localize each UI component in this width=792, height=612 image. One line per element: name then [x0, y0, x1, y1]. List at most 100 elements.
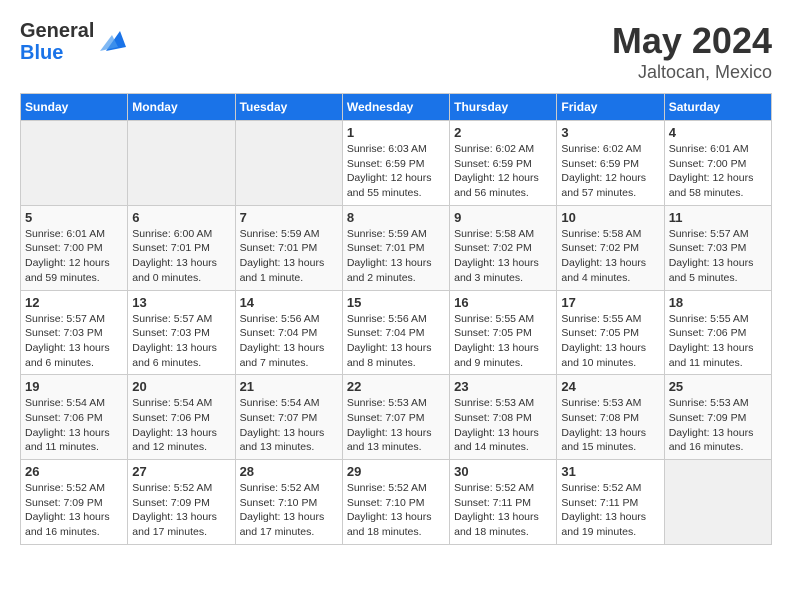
- day-cell: 13 Sunrise: 5:57 AMSunset: 7:03 PMDayligh…: [128, 290, 235, 375]
- day-cell: [664, 460, 771, 545]
- day-cell: 5 Sunrise: 6:01 AMSunset: 7:00 PMDaylight…: [21, 205, 128, 290]
- logo-blue: Blue: [20, 42, 94, 64]
- day-number: 17: [561, 295, 659, 310]
- week-row-2: 5 Sunrise: 6:01 AMSunset: 7:00 PMDaylight…: [21, 205, 772, 290]
- day-cell: 28 Sunrise: 5:52 AMSunset: 7:10 PMDayligh…: [235, 460, 342, 545]
- day-info: Sunrise: 5:52 AMSunset: 7:10 PMDaylight:…: [347, 481, 445, 540]
- day-cell: 25 Sunrise: 5:53 AMSunset: 7:09 PMDayligh…: [664, 375, 771, 460]
- day-number: 31: [561, 464, 659, 479]
- weekday-header-tuesday: Tuesday: [235, 94, 342, 121]
- day-cell: 31Sunrise: 5:52 AMSunset: 7:11 PMDayligh…: [557, 460, 664, 545]
- day-info: Sunrise: 5:55 AMSunset: 7:05 PMDaylight:…: [454, 312, 552, 371]
- day-info: Sunrise: 6:00 AMSunset: 7:01 PMDaylight:…: [132, 227, 230, 286]
- day-number: 22: [347, 379, 445, 394]
- day-number: 27: [132, 464, 230, 479]
- day-cell: 15 Sunrise: 5:56 AMSunset: 7:04 PMDayligh…: [342, 290, 449, 375]
- day-info: Sunrise: 5:59 AMSunset: 7:01 PMDaylight:…: [240, 227, 338, 286]
- day-number: 15: [347, 295, 445, 310]
- day-info: Sunrise: 5:54 AMSunset: 7:06 PMDaylight:…: [132, 396, 230, 455]
- day-info: Sunrise: 5:54 AMSunset: 7:06 PMDaylight:…: [25, 396, 123, 455]
- day-cell: 3 Sunrise: 6:02 AMSunset: 6:59 PMDaylight…: [557, 121, 664, 206]
- day-number: 7: [240, 210, 338, 225]
- day-info: Sunrise: 5:57 AMSunset: 7:03 PMDaylight:…: [132, 312, 230, 371]
- day-number: 9: [454, 210, 552, 225]
- day-cell: 9Sunrise: 5:58 AMSunset: 7:02 PMDaylight…: [450, 205, 557, 290]
- day-cell: 14 Sunrise: 5:56 AMSunset: 7:04 PMDayligh…: [235, 290, 342, 375]
- weekday-header-row: SundayMondayTuesdayWednesdayThursdayFrid…: [21, 94, 772, 121]
- day-info: Sunrise: 6:03 AMSunset: 6:59 PMDaylight:…: [347, 142, 445, 201]
- day-info: Sunrise: 5:52 AMSunset: 7:10 PMDaylight:…: [240, 481, 338, 540]
- day-info: Sunrise: 5:55 AMSunset: 7:05 PMDaylight:…: [561, 312, 659, 371]
- day-info: Sunrise: 5:54 AMSunset: 7:07 PMDaylight:…: [240, 396, 338, 455]
- day-cell: 6 Sunrise: 6:00 AMSunset: 7:01 PMDaylight…: [128, 205, 235, 290]
- day-cell: [235, 121, 342, 206]
- day-cell: 7 Sunrise: 5:59 AMSunset: 7:01 PMDaylight…: [235, 205, 342, 290]
- weekday-header-saturday: Saturday: [664, 94, 771, 121]
- day-number: 23: [454, 379, 552, 394]
- day-info: Sunrise: 5:53 AMSunset: 7:08 PMDaylight:…: [454, 396, 552, 455]
- month-title: May 2024: [612, 20, 772, 62]
- title-block: May 2024 Jaltocan, Mexico: [612, 20, 772, 83]
- day-cell: 17 Sunrise: 5:55 AMSunset: 7:05 PMDayligh…: [557, 290, 664, 375]
- logo-general: General: [20, 20, 94, 42]
- day-info: Sunrise: 5:59 AMSunset: 7:01 PMDaylight:…: [347, 227, 445, 286]
- day-cell: 2Sunrise: 6:02 AMSunset: 6:59 PMDaylight…: [450, 121, 557, 206]
- day-number: 20: [132, 379, 230, 394]
- day-cell: [21, 121, 128, 206]
- day-number: 19: [25, 379, 123, 394]
- day-number: 18: [669, 295, 767, 310]
- weekday-header-friday: Friday: [557, 94, 664, 121]
- day-cell: 16 Sunrise: 5:55 AMSunset: 7:05 PMDayligh…: [450, 290, 557, 375]
- day-info: Sunrise: 5:52 AMSunset: 7:11 PMDaylight:…: [454, 481, 552, 540]
- day-info: Sunrise: 5:58 AMSunset: 7:02 PMDaylight:…: [561, 227, 659, 286]
- weekday-header-monday: Monday: [128, 94, 235, 121]
- day-number: 4: [669, 125, 767, 140]
- day-cell: 22 Sunrise: 5:53 AMSunset: 7:07 PMDayligh…: [342, 375, 449, 460]
- day-number: 16: [454, 295, 552, 310]
- day-number: 28: [240, 464, 338, 479]
- day-cell: 18 Sunrise: 5:55 AMSunset: 7:06 PMDayligh…: [664, 290, 771, 375]
- calendar-table: SundayMondayTuesdayWednesdayThursdayFrid…: [20, 93, 772, 545]
- weekday-header-wednesday: Wednesday: [342, 94, 449, 121]
- day-info: Sunrise: 5:53 AMSunset: 7:07 PMDaylight:…: [347, 396, 445, 455]
- day-cell: 19 Sunrise: 5:54 AMSunset: 7:06 PMDayligh…: [21, 375, 128, 460]
- day-number: 13: [132, 295, 230, 310]
- day-info: Sunrise: 6:01 AMSunset: 7:00 PMDaylight:…: [669, 142, 767, 201]
- day-info: Sunrise: 5:52 AMSunset: 7:09 PMDaylight:…: [132, 481, 230, 540]
- day-number: 11: [669, 210, 767, 225]
- logo-icon: [98, 27, 128, 57]
- day-info: Sunrise: 6:02 AMSunset: 6:59 PMDaylight:…: [454, 142, 552, 201]
- day-info: Sunrise: 5:53 AMSunset: 7:08 PMDaylight:…: [561, 396, 659, 455]
- day-number: 12: [25, 295, 123, 310]
- week-row-3: 12 Sunrise: 5:57 AMSunset: 7:03 PMDayligh…: [21, 290, 772, 375]
- day-cell: 8 Sunrise: 5:59 AMSunset: 7:01 PMDaylight…: [342, 205, 449, 290]
- day-number: 8: [347, 210, 445, 225]
- location-title: Jaltocan, Mexico: [612, 62, 772, 83]
- day-number: 30: [454, 464, 552, 479]
- page-header: General Blue May 2024 Jaltocan, Mexico: [20, 20, 772, 83]
- day-number: 1: [347, 125, 445, 140]
- day-number: 10: [561, 210, 659, 225]
- day-info: Sunrise: 5:55 AMSunset: 7:06 PMDaylight:…: [669, 312, 767, 371]
- day-number: 29: [347, 464, 445, 479]
- day-info: Sunrise: 6:01 AMSunset: 7:00 PMDaylight:…: [25, 227, 123, 286]
- day-cell: 30 Sunrise: 5:52 AMSunset: 7:11 PMDayligh…: [450, 460, 557, 545]
- day-cell: 4 Sunrise: 6:01 AMSunset: 7:00 PMDaylight…: [664, 121, 771, 206]
- day-number: 14: [240, 295, 338, 310]
- day-number: 3: [561, 125, 659, 140]
- logo: General Blue: [20, 20, 128, 64]
- day-number: 25: [669, 379, 767, 394]
- week-row-5: 26Sunrise: 5:52 AMSunset: 7:09 PMDayligh…: [21, 460, 772, 545]
- day-number: 5: [25, 210, 123, 225]
- day-cell: 1 Sunrise: 6:03 AMSunset: 6:59 PMDaylight…: [342, 121, 449, 206]
- day-info: Sunrise: 5:56 AMSunset: 7:04 PMDaylight:…: [240, 312, 338, 371]
- day-cell: 26Sunrise: 5:52 AMSunset: 7:09 PMDayligh…: [21, 460, 128, 545]
- day-number: 6: [132, 210, 230, 225]
- day-info: Sunrise: 5:53 AMSunset: 7:09 PMDaylight:…: [669, 396, 767, 455]
- day-info: Sunrise: 5:56 AMSunset: 7:04 PMDaylight:…: [347, 312, 445, 371]
- day-cell: 10 Sunrise: 5:58 AMSunset: 7:02 PMDayligh…: [557, 205, 664, 290]
- weekday-header-sunday: Sunday: [21, 94, 128, 121]
- weekday-header-thursday: Thursday: [450, 94, 557, 121]
- day-info: Sunrise: 5:57 AMSunset: 7:03 PMDaylight:…: [25, 312, 123, 371]
- day-info: Sunrise: 6:02 AMSunset: 6:59 PMDaylight:…: [561, 142, 659, 201]
